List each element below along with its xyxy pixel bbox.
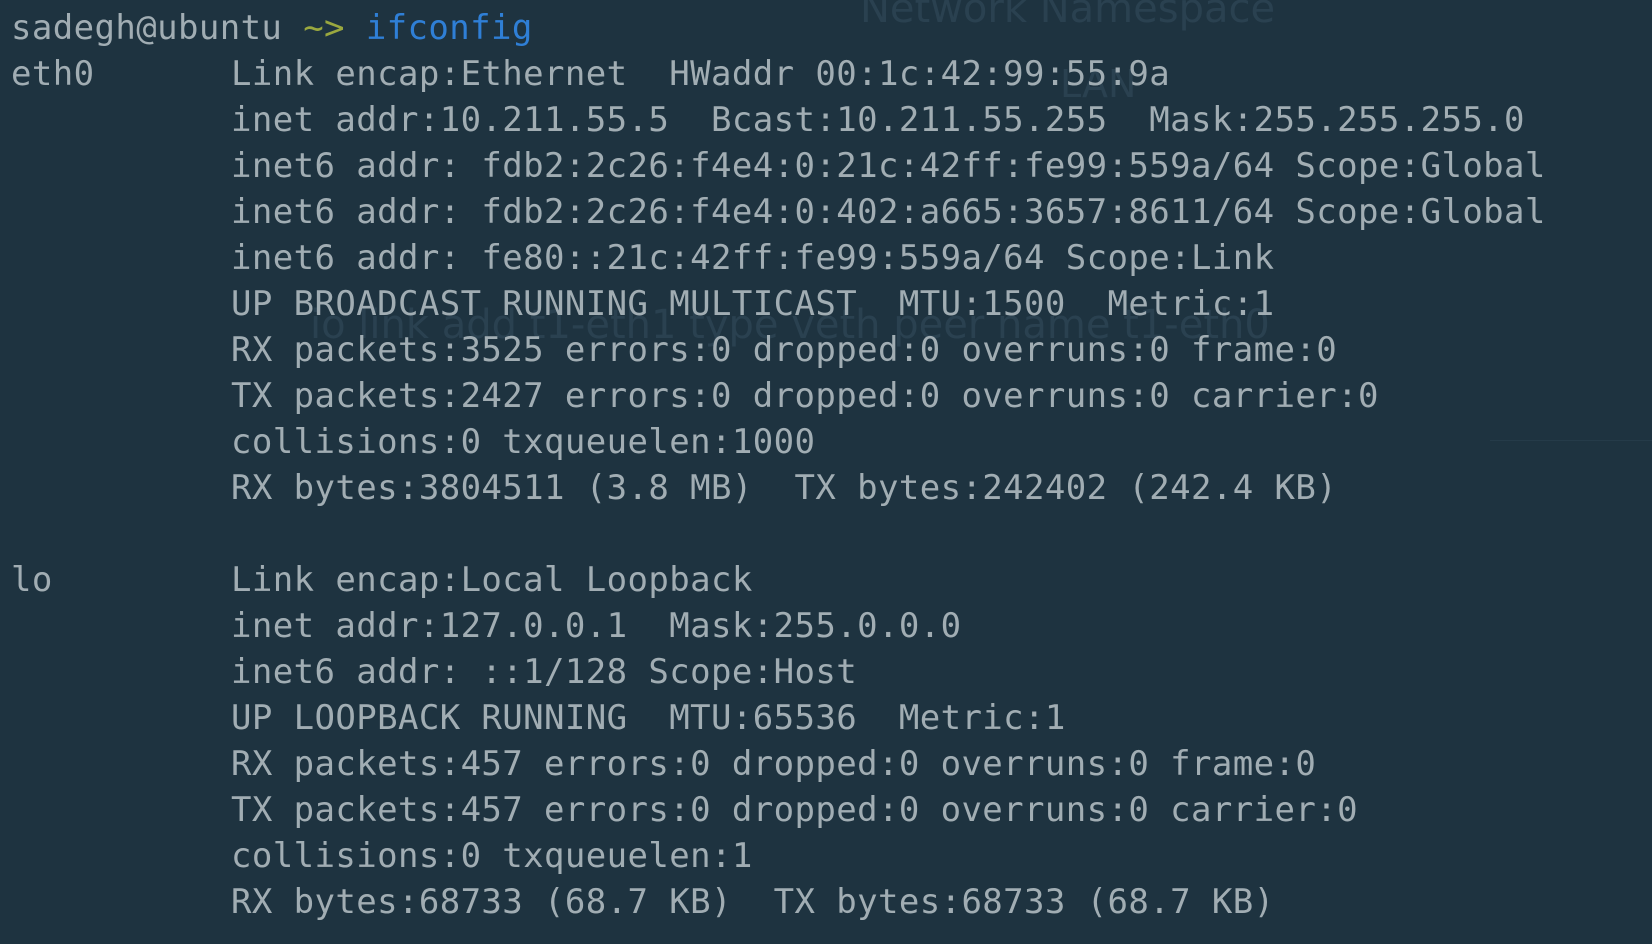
interface-line: RX bytes:68733 (68.7 KB) TX bytes:68733 … [231, 882, 1275, 922]
interface-line: collisions:0 txqueuelen:1 [231, 836, 753, 876]
interface-row: RX bytes:68733 (68.7 KB) TX bytes:68733 … [11, 879, 1546, 925]
prompt-command: ifconfig [365, 8, 533, 48]
interface-line: RX bytes:3804511 (3.8 MB) TX bytes:24240… [231, 468, 1338, 508]
prompt-line: sadegh@ubuntu ~> ifconfig [11, 5, 1546, 51]
interface-name: lo [11, 560, 53, 600]
interface-line: UP BROADCAST RUNNING MULTICAST MTU:1500 … [231, 284, 1275, 324]
interface-row: UP BROADCAST RUNNING MULTICAST MTU:1500 … [11, 281, 1546, 327]
terminal-window[interactable]: Network Namespace LAN io link add t1-eth… [0, 0, 1652, 944]
interface-row: TX packets:2427 errors:0 dropped:0 overr… [11, 373, 1546, 419]
interface-row: inet6 addr: fdb2:2c26:f4e4:0:402:a665:36… [11, 189, 1546, 235]
interface-row: RX packets:3525 errors:0 dropped:0 overr… [11, 327, 1546, 373]
interface-header-row: eth0 Link encap:Ethernet HWaddr 00:1c:42:… [11, 51, 1546, 97]
interface-line: inet addr:10.211.55.5 Bcast:10.211.55.25… [231, 100, 1525, 140]
interface-line: Link encap:Ethernet HWaddr 00:1c:42:99:5… [231, 54, 1171, 94]
interface-line: RX packets:3525 errors:0 dropped:0 overr… [231, 330, 1338, 370]
interface-row: RX packets:457 errors:0 dropped:0 overru… [11, 741, 1546, 787]
interface-line: inet6 addr: fe80::21c:42ff:fe99:559a/64 … [231, 238, 1275, 278]
interface-row: inet addr:10.211.55.5 Bcast:10.211.55.25… [11, 97, 1546, 143]
interface-header-row: lo Link encap:Local Loopback [11, 557, 1546, 603]
interface-line: inet6 addr: fdb2:2c26:f4e4:0:402:a665:36… [231, 192, 1546, 232]
interface-row: UP LOOPBACK RUNNING MTU:65536 Metric:1 [11, 695, 1546, 741]
interface-row: inet addr:127.0.0.1 Mask:255.0.0.0 [11, 603, 1546, 649]
interface-line: RX packets:457 errors:0 dropped:0 overru… [231, 744, 1317, 784]
prompt-user-host: sadegh@ubuntu [11, 8, 283, 48]
prompt-path: ~> [303, 8, 345, 48]
interface-row: inet6 addr: fe80::21c:42ff:fe99:559a/64 … [11, 235, 1546, 281]
interface-line: Link encap:Local Loopback [231, 560, 753, 600]
interface-name: eth0 [11, 54, 95, 94]
interface-row: collisions:0 txqueuelen:1000 [11, 419, 1546, 465]
interface-line: TX packets:457 errors:0 dropped:0 overru… [231, 790, 1358, 830]
interface-row: inet6 addr: fdb2:2c26:f4e4:0:21c:42ff:fe… [11, 143, 1546, 189]
interface-line: inet6 addr: fdb2:2c26:f4e4:0:21c:42ff:fe… [231, 146, 1546, 186]
interface-row: collisions:0 txqueuelen:1 [11, 833, 1546, 879]
interface-row: TX packets:457 errors:0 dropped:0 overru… [11, 787, 1546, 833]
interface-row: RX bytes:3804511 (3.8 MB) TX bytes:24240… [11, 465, 1546, 511]
terminal-output: sadegh@ubuntu ~> ifconfig eth0 Link encap… [11, 5, 1546, 925]
interface-line: UP LOOPBACK RUNNING MTU:65536 Metric:1 [231, 698, 1066, 738]
interface-line: TX packets:2427 errors:0 dropped:0 overr… [231, 376, 1379, 416]
interface-row: inet6 addr: ::1/128 Scope:Host [11, 649, 1546, 695]
interface-line: inet6 addr: ::1/128 Scope:Host [231, 652, 858, 692]
interface-line: collisions:0 txqueuelen:1000 [231, 422, 816, 462]
interface-line: inet addr:127.0.0.1 Mask:255.0.0.0 [231, 606, 962, 646]
